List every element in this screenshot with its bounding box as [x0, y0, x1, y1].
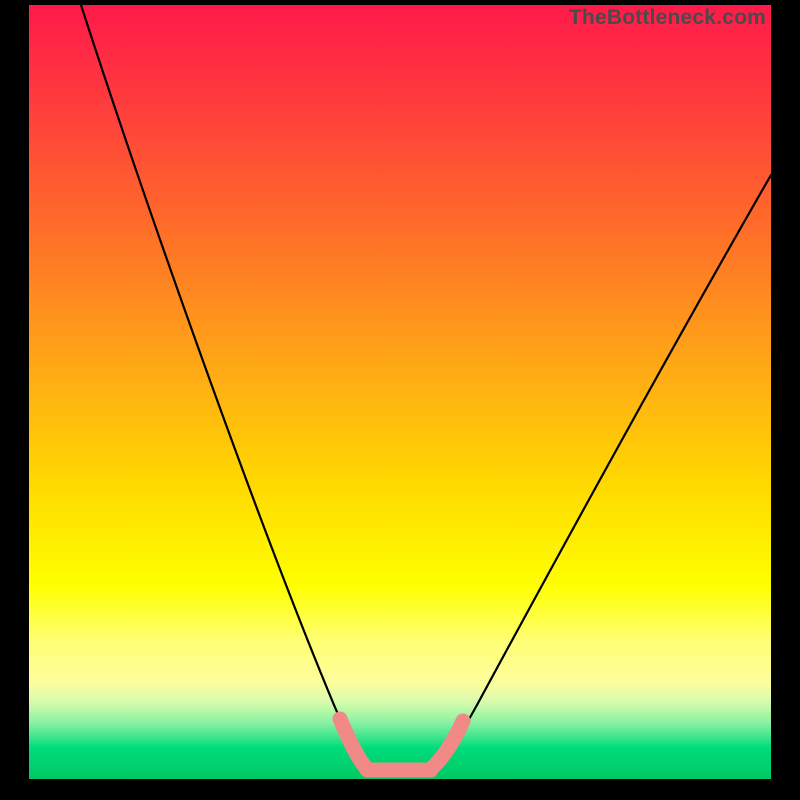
- gradient-plot-area: [29, 5, 771, 779]
- watermark-text: TheBottleneck.com: [569, 6, 766, 30]
